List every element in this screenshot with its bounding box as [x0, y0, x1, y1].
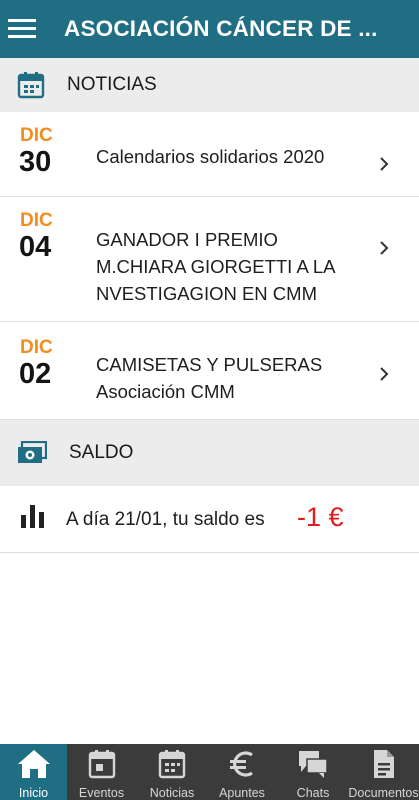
- news-section-header: NOTICIAS: [0, 58, 419, 112]
- nav-item-eventos[interactable]: Eventos: [68, 744, 135, 800]
- news-title: Calendarios solidarios 2020: [96, 146, 325, 167]
- nav-item-inicio[interactable]: Inicio: [0, 744, 67, 800]
- document-icon: [374, 750, 394, 778]
- nav-label: Noticias: [149, 786, 195, 800]
- app-title: ASOCIACIÓN CÁNCER DE ...: [64, 16, 378, 41]
- nav-label: Eventos: [78, 786, 125, 800]
- balance-row[interactable]: A día 21/01, tu saldo es -1 €: [0, 487, 419, 553]
- news-date-month: DIC: [20, 337, 53, 358]
- nav-item-noticias[interactable]: Noticias: [137, 744, 207, 800]
- nav-label: Apuntes: [219, 786, 265, 800]
- balance-section-label: SALDO: [69, 442, 134, 463]
- calendar-icon: [158, 750, 186, 779]
- news-date-day: 04: [19, 231, 52, 263]
- news-date-month: DIC: [20, 125, 53, 146]
- euro-icon: [230, 751, 253, 777]
- news-item[interactable]: DIC 30 Calendarios solidarios 2020: [0, 112, 419, 197]
- app-bar: ASOCIACIÓN CÁNCER DE ...: [0, 0, 419, 58]
- news-date-day: 02: [19, 358, 52, 390]
- news-section-label: NOTICIAS: [67, 74, 157, 95]
- news-title: CAMISETAS Y PULSERAS Asociación CMM: [96, 354, 323, 402]
- chat-icon: [299, 751, 328, 778]
- calendar-icon: [17, 72, 45, 99]
- menu-icon[interactable]: [8, 18, 38, 40]
- nav-item-documentos[interactable]: Documentos: [348, 744, 419, 800]
- nav-label: Chats: [296, 786, 330, 800]
- chevron-right-icon: [380, 157, 389, 171]
- news-item[interactable]: DIC 04 GANADOR I PREMIO M.CHIARA GIORGET…: [0, 197, 419, 322]
- news-date-month: DIC: [20, 210, 53, 231]
- balance-amount: -1 €: [297, 502, 344, 532]
- news-date-day: 30: [19, 146, 52, 178]
- nav-label: Documentos: [348, 786, 419, 800]
- news-item[interactable]: DIC 02 CAMISETAS Y PULSERAS Asociación C…: [0, 322, 419, 420]
- balance-section-header: SALDO: [0, 420, 419, 486]
- home-icon: [18, 750, 50, 778]
- nav-item-chats[interactable]: Chats: [278, 744, 348, 800]
- bottom-navigation: Inicio Eventos Noticias Apuntes Chats Do…: [0, 744, 419, 800]
- balance-text: A día 21/01, tu saldo es: [66, 509, 265, 530]
- bar-chart-icon: [21, 505, 44, 528]
- chevron-right-icon: [380, 367, 389, 381]
- nav-label: Inicio: [18, 786, 49, 800]
- chevron-right-icon: [380, 241, 389, 255]
- nav-item-apuntes[interactable]: Apuntes: [207, 744, 277, 800]
- event-icon: [88, 750, 116, 779]
- news-title: GANADOR I PREMIO M.CHIARA GIORGETTI A LA…: [96, 229, 335, 304]
- money-icon: [18, 441, 47, 463]
